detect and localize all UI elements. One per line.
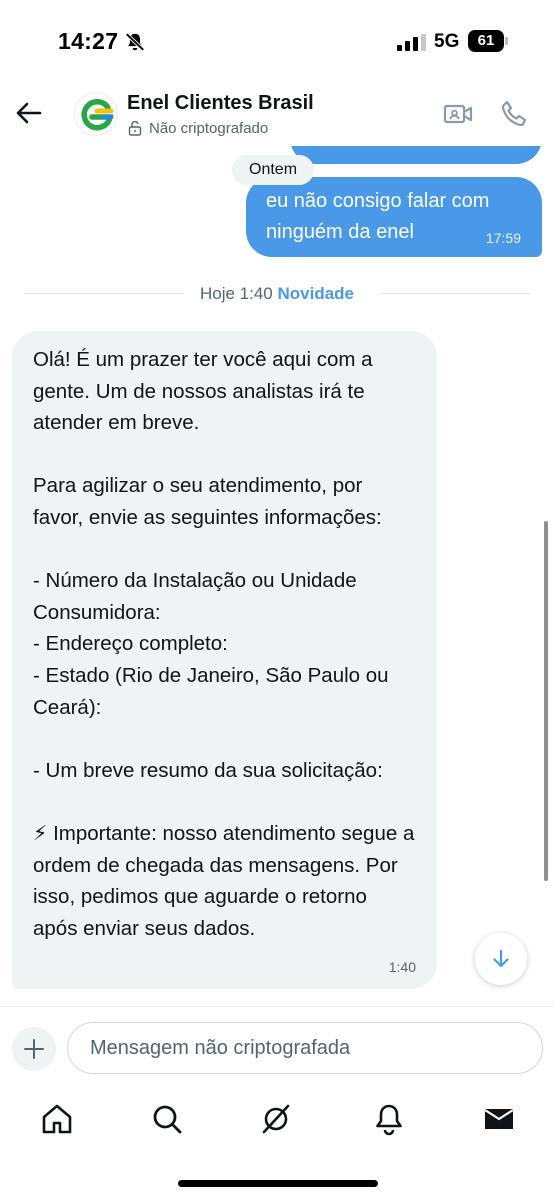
grok-icon [262,1104,290,1134]
message-composer [0,1006,554,1086]
signal-icon [397,34,426,51]
tab-messages[interactable] [482,1102,516,1136]
network-type: 5G [434,31,460,52]
new-messages-divider: Hoje 1:40 Novidade [24,284,530,303]
incoming-message[interactable]: Olá! É um prazer ter você aqui com a gen… [12,331,437,989]
unlock-icon [128,120,142,136]
tab-home[interactable] [40,1102,74,1136]
plus-icon [24,1039,44,1059]
date-pill: Ontem [232,155,315,185]
back-arrow-icon[interactable] [14,98,44,128]
tab-notifications[interactable] [372,1102,406,1136]
divider-time: Hoje 1:40 [199,284,273,303]
message-list[interactable]: Ontem eu não consigo falar com ninguém d… [0,146,554,1006]
incoming-message-time: 1:40 [388,959,416,975]
divider-new-label: Novidade [277,284,355,303]
battery-icon: 61 [468,30,508,52]
contact-name[interactable]: Enel Clientes Brasil [127,92,314,115]
status-bar: 14:27 5G 61 [0,0,554,84]
bell-off-icon [125,32,145,52]
add-attachment-button[interactable] [12,1027,56,1071]
video-call-icon[interactable] [442,98,474,130]
status-time: 14:27 [58,28,119,54]
notifications-icon [376,1104,402,1136]
contact-avatar[interactable] [74,92,118,136]
search-icon [153,1105,182,1134]
phone-call-icon[interactable] [498,98,530,130]
battery-cap [505,37,508,45]
tab-grok[interactable] [259,1102,293,1136]
enel-logo-icon [81,99,114,131]
home-indicator [178,1180,378,1187]
tab-search[interactable] [150,1102,184,1136]
encryption-status: Não criptografado [127,118,268,138]
messages-icon [484,1109,514,1129]
encryption-label: Não criptografado [149,119,269,137]
outgoing-message-time: 17:59 [485,230,521,246]
previous-message-bubble[interactable] [290,146,542,164]
scroll-to-bottom-button[interactable] [475,933,527,985]
scrollbar[interactable] [544,521,548,881]
incoming-message-text: Olá! É um prazer ter você aqui com a gen… [33,348,415,940]
home-icon [42,1104,72,1134]
message-input[interactable] [67,1022,543,1074]
chat-header: Enel Clientes Brasil Não criptografado [0,84,554,146]
battery-level: 61 [468,30,504,52]
divider-label: Hoje 1:40 Novidade [24,284,530,304]
arrow-down-icon [493,949,509,968]
outgoing-message[interactable]: eu não consigo falar com ninguém da enel… [246,177,542,257]
